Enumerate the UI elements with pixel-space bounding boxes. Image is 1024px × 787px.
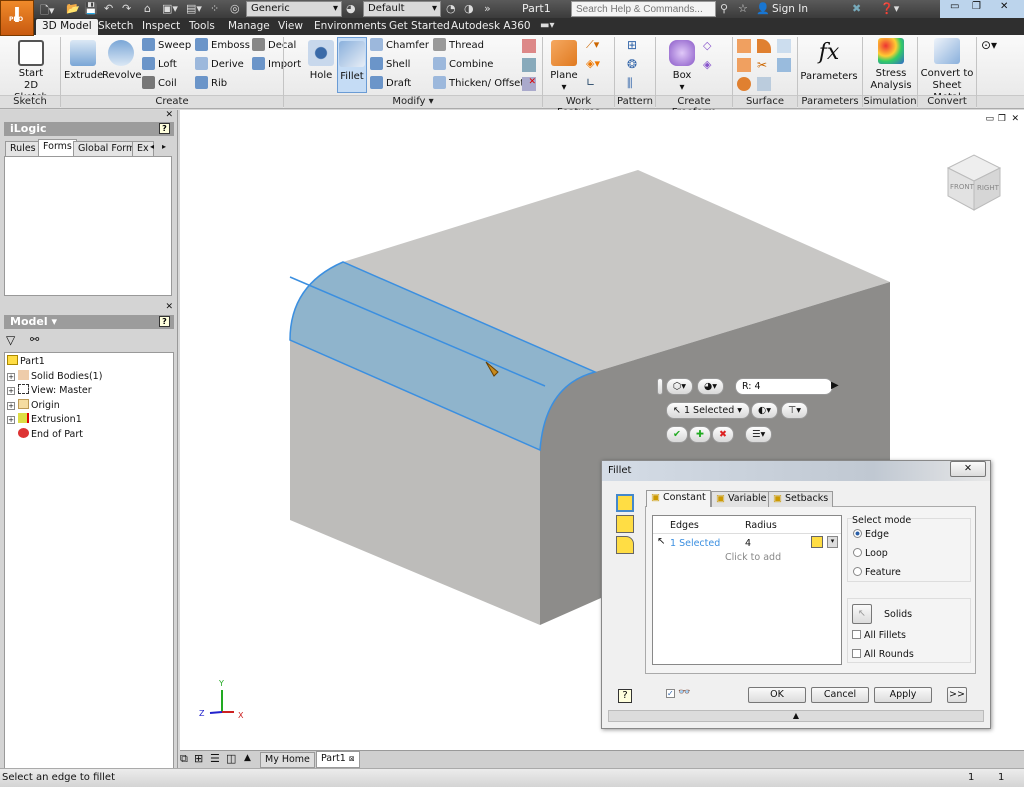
document-tab-bar: ⧉ ⊞ ☰ ◫ ▲ My Home Part1 ⊠ [180, 750, 1024, 768]
label: Feature [865, 567, 901, 578]
cancel-button[interactable]: ✖ [712, 426, 734, 443]
status-message: Select an edge to fillet [2, 772, 115, 783]
tab-close-icon[interactable]: ⊠ [349, 755, 355, 763]
dialog-title-bar[interactable]: Fillet [602, 461, 990, 481]
apply-button[interactable]: ✚ [689, 426, 711, 443]
more-options-button[interactable]: >> [947, 687, 967, 703]
select-mode-button[interactable]: ◐▾ [751, 402, 779, 419]
radius-input[interactable]: R: 4 [735, 378, 833, 395]
y-axis-label: Y [218, 679, 224, 688]
cascade-icon[interactable]: ⧉ [180, 752, 188, 766]
collapse-dialog-toggle[interactable]: ▲ [608, 710, 984, 722]
select-mode-group: Select mode Edge Loop Feature [847, 515, 971, 582]
radius-label: R: [742, 381, 752, 392]
solid-selector-button[interactable]: ⬡▾ [666, 378, 694, 395]
radius-value: 4 [754, 381, 761, 392]
solids-label: Solids [884, 609, 913, 620]
label: Setbacks [785, 493, 829, 504]
preview-glasses-icon: 👓 [678, 687, 691, 698]
x-axis-label: X [238, 711, 244, 720]
mini-toolbar-grip[interactable] [657, 378, 663, 395]
status-bar: Select an edge to fillet 1 1 [0, 768, 1024, 787]
apply-button[interactable]: Apply [874, 687, 932, 703]
dialog-options-button[interactable]: ☰▾ [745, 426, 773, 443]
solids-select-button[interactable]: ↖ [852, 604, 872, 624]
fillet-dialog: Fillet ✕ ▣ Constant ▣ Variable ▣ Setback… [601, 460, 991, 729]
fillet-type-button[interactable]: ◕▾ [697, 378, 725, 395]
fillet-shape-icon[interactable] [811, 536, 823, 548]
tab-list-icon[interactable]: ▲ [244, 753, 251, 763]
document-tab-part1[interactable]: Part1 ⊠ [316, 751, 360, 768]
z-axis [209, 711, 223, 714]
click-to-add-row[interactable]: Click to add [725, 552, 781, 563]
z-axis-label: Z [199, 709, 205, 718]
edge-fillet-icon[interactable] [616, 494, 634, 512]
radio-feature[interactable]: Feature [853, 567, 901, 578]
ok-button[interactable]: ✔ [666, 426, 688, 443]
radio-edge[interactable]: Edge [853, 529, 889, 540]
dialog-help-icon[interactable]: ? [618, 689, 632, 703]
shape-dropdown-icon[interactable]: ▾ [827, 536, 838, 548]
dialog-title: Fillet [608, 465, 632, 476]
label: All Rounds [864, 649, 914, 660]
dialog-close-button[interactable]: ✕ [950, 461, 986, 477]
viewcube-front-label: FRONT [950, 183, 975, 191]
ok-button[interactable]: OK [748, 687, 806, 703]
column-header-edges[interactable]: Edges [670, 520, 699, 531]
preview-toggle[interactable]: ✓ 👓 [666, 687, 690, 698]
group-label: Select mode [852, 515, 912, 526]
row-pointer-icon: ↖ [657, 536, 666, 547]
edges-table: Edges Radius ↖ 1 Selected 4 ▾ Click to a… [652, 515, 842, 665]
solids-mode-button[interactable]: ⊤▾ [781, 402, 809, 419]
tile-icon[interactable]: ⊞ [194, 752, 203, 765]
tile-vertical-icon[interactable]: ◫ [226, 752, 236, 765]
cancel-button[interactable]: Cancel [811, 687, 869, 703]
radius-cell[interactable]: 4 [745, 538, 751, 549]
all-rounds-checkbox[interactable]: All Rounds [852, 649, 914, 660]
selection-count: 1 Selected [683, 405, 735, 416]
viewcube-right-label: RIGHT [977, 184, 1000, 192]
solids-group: ↖ Solids All Fillets All Rounds [847, 598, 971, 663]
status-count-2: 1 [998, 772, 1005, 783]
label: Loop [865, 548, 888, 559]
label: Variable [728, 493, 767, 504]
fillet-mini-toolbar: ⬡▾ ◕▾ R: 4 ▶ ↖ 1 Selected ▾ ◐▾ ⊤▾ ✔ ✚ ✖ … [655, 376, 845, 446]
document-tab-my-home[interactable]: My Home [260, 752, 315, 768]
edges-cell[interactable]: 1 Selected [670, 538, 720, 549]
tab-variable[interactable]: ▣ Variable [711, 491, 772, 507]
status-count-1: 1 [968, 772, 975, 783]
expand-right-icon[interactable]: ▶ [831, 380, 839, 391]
label: Part1 [321, 753, 346, 764]
tile-horizontal-icon[interactable]: ☰ [210, 752, 220, 765]
all-fillets-checkbox[interactable]: All Fillets [852, 630, 906, 641]
label: Constant [663, 492, 706, 503]
full-round-fillet-icon[interactable] [616, 536, 634, 554]
tab-constant[interactable]: ▣ Constant [646, 490, 711, 507]
radio-loop[interactable]: Loop [853, 548, 888, 559]
label: All Fillets [864, 630, 907, 641]
edition-label: PRO [9, 16, 24, 23]
tab-setbacks[interactable]: ▣ Setbacks [768, 491, 834, 507]
label: Edge [865, 529, 889, 540]
edge-selection-button[interactable]: ↖ 1 Selected ▾ [666, 402, 750, 419]
application-menu-button[interactable]: I PRO [0, 0, 34, 36]
face-fillet-icon[interactable] [616, 515, 634, 533]
column-header-radius[interactable]: Radius [745, 520, 777, 531]
